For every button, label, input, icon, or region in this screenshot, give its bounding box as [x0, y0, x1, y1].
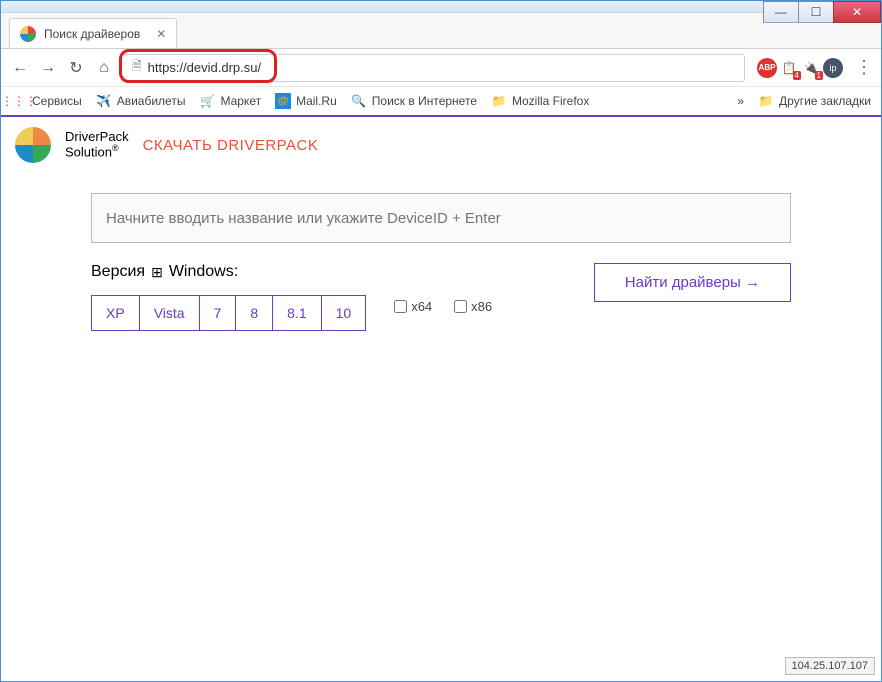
folder-icon: 📁 — [491, 93, 507, 109]
tab-favicon — [20, 26, 36, 42]
bookmarks-overflow[interactable]: » — [737, 94, 744, 108]
adblock-icon[interactable]: ABP — [757, 58, 777, 78]
bookmarks-bar: ⋮⋮⋮Сервисы ✈️Авиабилеты 🛒Маркет @Mail.Ru… — [1, 87, 881, 117]
extension-icons: ABP 📋4 🔌1 ip — [757, 58, 843, 78]
version-7[interactable]: 7 — [200, 296, 237, 330]
reload-button[interactable]: ↻ — [65, 57, 87, 79]
tab-title: Поиск драйверов — [44, 27, 140, 41]
maximize-button[interactable]: ☐ — [798, 1, 834, 23]
bookmark-search[interactable]: 🔍Поиск в Интернете — [351, 93, 477, 109]
x64-checkbox[interactable] — [394, 300, 407, 313]
minimize-button[interactable]: — — [763, 1, 799, 23]
browser-toolbar: ← → ↻ ⌂ 🗎 https://devid.drp.su/ ABP 📋4 🔌… — [1, 49, 881, 87]
version-10[interactable]: 10 — [322, 296, 366, 330]
extension-icon-3[interactable]: 🔌1 — [801, 58, 821, 78]
cart-icon: 🛒 — [199, 93, 215, 109]
mailru-icon: @ — [275, 93, 291, 109]
bookmark-mailru[interactable]: @Mail.Ru — [275, 93, 337, 109]
forward-button[interactable]: → — [37, 57, 59, 79]
apps-icon: ⋮⋮⋮ — [11, 93, 27, 109]
x86-checkbox[interactable] — [454, 300, 467, 313]
close-window-button[interactable]: ✕ — [833, 1, 881, 23]
download-driverpack-link[interactable]: СКАЧАТЬ DRIVERPACK — [143, 137, 319, 154]
back-button[interactable]: ← — [9, 57, 31, 79]
bookmark-apps[interactable]: ⋮⋮⋮Сервисы — [11, 93, 82, 109]
tab-strip: Поиск драйверов ✕ — [1, 13, 881, 49]
bookmark-firefox[interactable]: 📁Mozilla Firefox — [491, 93, 589, 109]
address-bar[interactable]: 🗎 https://devid.drp.su/ — [121, 54, 745, 82]
brand-header: DriverPack Solution® СКАЧАТЬ DRIVERPACK — [1, 117, 881, 173]
version-8[interactable]: 8 — [236, 296, 273, 330]
lock-icon: 🗎 — [132, 57, 142, 78]
version-label: Версия ⊞ Windows: — [91, 263, 492, 281]
other-bookmarks[interactable]: 📁Другие закладки — [758, 93, 871, 109]
main-area: Версия ⊞ Windows: XP Vista 7 8 8.1 10 — [1, 173, 881, 331]
plane-icon: ✈️ — [96, 93, 112, 109]
tab-close-icon[interactable]: ✕ — [156, 27, 166, 41]
extension-icon-2[interactable]: 📋4 — [779, 58, 799, 78]
version-section: Версия ⊞ Windows: XP Vista 7 8 8.1 10 — [91, 263, 492, 331]
find-drivers-button[interactable]: Найти драйверы → — [594, 263, 791, 302]
ip-extension-icon[interactable]: ip — [823, 58, 843, 78]
home-button[interactable]: ⌂ — [93, 57, 115, 79]
driverpack-logo — [15, 127, 51, 163]
status-ip: 104.25.107.107 — [785, 657, 875, 675]
version-81[interactable]: 8.1 — [273, 296, 321, 330]
window-controls: — ☐ ✕ — [764, 1, 881, 23]
version-vista[interactable]: Vista — [140, 296, 200, 330]
arch-x64[interactable]: x64 — [394, 299, 432, 314]
driver-search-input[interactable] — [106, 210, 776, 227]
brand-name: DriverPack Solution® — [65, 130, 129, 160]
arch-x86[interactable]: x86 — [454, 299, 492, 314]
window-titlebar[interactable] — [1, 1, 881, 13]
driver-search-box — [91, 193, 791, 243]
folder-icon: 📁 — [758, 93, 774, 109]
version-xp[interactable]: XP — [92, 296, 140, 330]
browser-menu-button[interactable]: ⋮ — [855, 57, 873, 78]
bookmark-market[interactable]: 🛒Маркет — [199, 93, 261, 109]
arch-options: x64 x86 — [394, 299, 492, 314]
url-text: https://devid.drp.su/ — [148, 60, 261, 75]
search-icon: 🔍 — [351, 93, 367, 109]
browser-tab[interactable]: Поиск драйверов ✕ — [9, 18, 177, 48]
windows-icon: ⊞ — [151, 264, 163, 281]
bookmark-avia[interactable]: ✈️Авиабилеты — [96, 93, 186, 109]
browser-window: — ☐ ✕ Поиск драйверов ✕ ← → ↻ ⌂ 🗎 https:… — [0, 0, 882, 682]
version-options: XP Vista 7 8 8.1 10 — [91, 295, 366, 331]
page-content: DriverPack Solution® СКАЧАТЬ DRIVERPACK … — [1, 117, 881, 331]
